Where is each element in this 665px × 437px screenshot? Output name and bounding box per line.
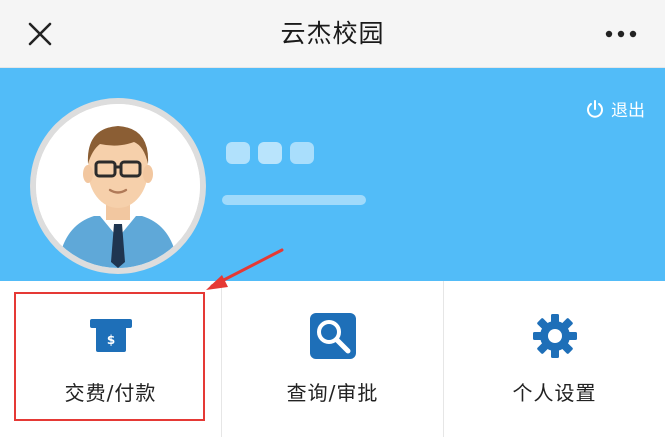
menu-item-label: 个人设置: [512, 381, 597, 405]
search-icon: [309, 313, 356, 359]
blurred-user-info: [222, 195, 366, 205]
menu-item-query[interactable]: 查询/审批: [221, 281, 443, 437]
gear-icon: [532, 314, 577, 358]
function-menu: $ 交费/付款 查询/审批 个人设置: [0, 281, 665, 437]
menu-item-label: 交费/付款: [64, 381, 157, 405]
logout-label: 退出: [611, 101, 645, 121]
power-icon: [587, 99, 603, 118]
page-title: 云杰校园: [280, 19, 385, 48]
title-bar: 云杰校园: [0, 0, 665, 68]
avatar-man-glasses: [36, 104, 200, 268]
menu-item-label: 查询/审批: [286, 381, 379, 405]
profile-banner: 退出: [0, 68, 665, 281]
more-button[interactable]: [601, 18, 641, 50]
logout-button[interactable]: 退出: [585, 96, 645, 121]
svg-text:$: $: [106, 333, 114, 347]
menu-item-payment[interactable]: $ 交费/付款: [0, 281, 221, 437]
menu-item-settings[interactable]: 个人设置: [443, 281, 665, 437]
avatar[interactable]: [30, 98, 206, 274]
payment-card-icon: $: [89, 319, 132, 352]
blurred-user-name: [226, 142, 314, 164]
more-icon: [605, 30, 637, 38]
